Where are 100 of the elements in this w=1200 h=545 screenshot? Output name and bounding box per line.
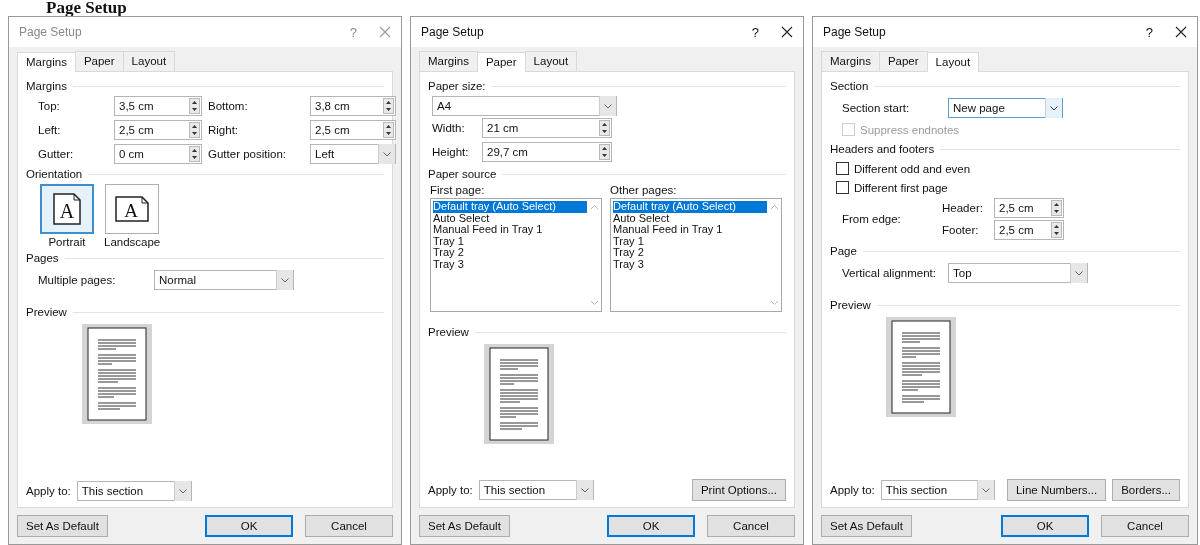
tab[interactable]: Layout — [926, 52, 980, 72]
dropdown[interactable]: This section — [880, 480, 995, 500]
chevron-down-icon[interactable] — [976, 480, 994, 500]
chevron-down-icon[interactable] — [276, 270, 293, 290]
spin-field[interactable]: 0 cm — [114, 144, 202, 164]
group-title: Paper source — [428, 168, 497, 180]
window-title: Page Setup — [823, 25, 886, 39]
list-item[interactable]: Auto Select — [433, 212, 587, 224]
list-box[interactable]: Default tray (Auto Select) Auto Select Manual Feed in Tray 1 Tray 1 Tray 2 Tray 3 — [430, 198, 602, 312]
spin-field[interactable]: 21 cm — [482, 118, 612, 138]
chevron-down-icon[interactable] — [173, 481, 191, 501]
field-label: Bottom: — [208, 100, 249, 112]
field-label: From edge: — [842, 213, 902, 225]
scroll-up-icon[interactable] — [769, 204, 779, 210]
chevron-down-icon[interactable] — [1070, 263, 1087, 283]
spin-field[interactable]: 2,5 cm — [114, 120, 202, 140]
orientation-label: Portrait — [48, 236, 86, 248]
dialog-button[interactable]: Borders... — [1112, 479, 1180, 501]
set-default-button[interactable]: Set As Default — [419, 515, 510, 537]
chevron-down-icon[interactable] — [1045, 98, 1062, 118]
spinner-icon[interactable] — [189, 146, 200, 162]
group-title: Margins — [26, 80, 67, 92]
list-item[interactable]: Manual Feed in Tray 1 — [613, 224, 767, 236]
list-label: First page: — [430, 184, 486, 196]
spin-field[interactable]: 29,7 cm — [482, 142, 612, 162]
tab[interactable]: Margins — [419, 51, 478, 71]
chevron-down-icon[interactable] — [575, 480, 593, 500]
list-box[interactable]: Default tray (Auto Select) Auto Select Manual Feed in Tray 1 Tray 1 Tray 2 Tray 3 — [610, 198, 782, 312]
spinner-icon[interactable] — [189, 122, 200, 138]
dialog-button[interactable]: OK — [607, 515, 695, 537]
field-label: Section start: — [842, 102, 911, 114]
set-default-button[interactable]: Set As Default — [821, 515, 912, 537]
help-button[interactable]: ? — [1145, 24, 1153, 40]
dropdown[interactable]: This section — [76, 481, 192, 501]
close-icon[interactable] — [781, 26, 793, 38]
dialog-button[interactable]: OK — [205, 515, 293, 537]
field-label: Vertical alignment: — [842, 267, 937, 279]
scroll-down-icon[interactable] — [589, 300, 599, 306]
tab[interactable]: Margins — [821, 51, 880, 71]
help-button[interactable]: ? — [751, 24, 759, 40]
list-item[interactable]: Default tray (Auto Select) — [613, 201, 767, 213]
spin-field[interactable]: 2,5 cm — [994, 198, 1064, 218]
orientation-label: Landscape — [104, 236, 161, 248]
checkbox-option[interactable]: Different first page — [830, 181, 1180, 194]
set-default-button[interactable]: Set As Default — [17, 515, 108, 537]
dropdown[interactable]: Left — [310, 144, 396, 164]
checkbox-option[interactable]: Different odd and even — [830, 162, 1180, 175]
spinner-icon[interactable] — [189, 98, 200, 114]
close-icon[interactable] — [1175, 26, 1187, 38]
landscape-page-icon: A — [114, 195, 151, 223]
list-item[interactable]: Tray 2 — [613, 247, 767, 259]
dialog-button[interactable]: Cancel — [1101, 515, 1189, 537]
field-label: Apply to: — [830, 484, 875, 496]
field-label: Top: — [38, 100, 61, 112]
spin-field[interactable]: 2,5 cm — [310, 120, 396, 140]
spinner-icon[interactable] — [1051, 200, 1062, 216]
field-label: Gutter: — [38, 148, 75, 160]
list-item[interactable]: Tray 3 — [433, 258, 587, 270]
dialog-button[interactable]: Line Numbers... — [1006, 479, 1107, 501]
dropdown[interactable]: A4 — [432, 96, 617, 116]
portrait-page-icon: A — [52, 192, 82, 226]
spinner-icon[interactable] — [599, 120, 610, 136]
dropdown[interactable]: New page — [948, 98, 1063, 118]
field-label: Width: — [432, 122, 466, 134]
dropdown[interactable]: Top — [948, 263, 1088, 283]
spinner-icon[interactable] — [383, 122, 394, 138]
group-title: Paper size: — [428, 80, 486, 92]
dropdown[interactable]: Normal — [154, 270, 294, 290]
orientation-option[interactable]: A — [105, 184, 160, 234]
orientation-option[interactable]: A — [40, 184, 94, 234]
field-label: Left: — [38, 124, 62, 136]
list-item[interactable]: Tray 2 — [433, 247, 587, 259]
dialog-button[interactable]: Cancel — [707, 515, 795, 537]
group-title: Page — [830, 245, 857, 257]
tab[interactable]: Paper — [476, 52, 526, 72]
spin-field[interactable]: 2,5 cm — [994, 220, 1064, 240]
scroll-down-icon[interactable] — [769, 300, 779, 306]
list-item[interactable]: Default tray (Auto Select) — [433, 201, 587, 213]
tab[interactable]: Layout — [524, 51, 578, 71]
field-label: Footer: — [942, 224, 980, 236]
spin-field[interactable]: 3,5 cm — [114, 96, 202, 116]
tab[interactable]: Margins — [17, 52, 76, 72]
dialog-button[interactable]: Print Options... — [691, 479, 786, 501]
chevron-down-icon[interactable] — [378, 144, 395, 164]
spinner-icon[interactable] — [383, 98, 394, 114]
list-item[interactable]: Tray 1 — [613, 235, 767, 247]
spinner-icon[interactable] — [599, 144, 610, 160]
list-item[interactable]: Tray 3 — [613, 258, 767, 270]
tab[interactable]: Layout — [122, 51, 176, 71]
list-item[interactable]: Auto Select — [613, 212, 767, 224]
field-label: Apply to: — [428, 484, 473, 496]
spin-field[interactable]: 3,8 cm — [310, 96, 396, 116]
dialog-button[interactable]: OK — [1001, 515, 1089, 537]
list-label: Other pages: — [610, 184, 678, 196]
scroll-up-icon[interactable] — [589, 204, 599, 210]
list-item[interactable]: Manual Feed in Tray 1 — [433, 224, 587, 236]
list-item[interactable]: Tray 1 — [433, 235, 587, 247]
dropdown[interactable]: This section — [478, 480, 594, 500]
dialog-button[interactable]: Cancel — [305, 515, 393, 537]
spinner-icon[interactable] — [1051, 222, 1062, 238]
